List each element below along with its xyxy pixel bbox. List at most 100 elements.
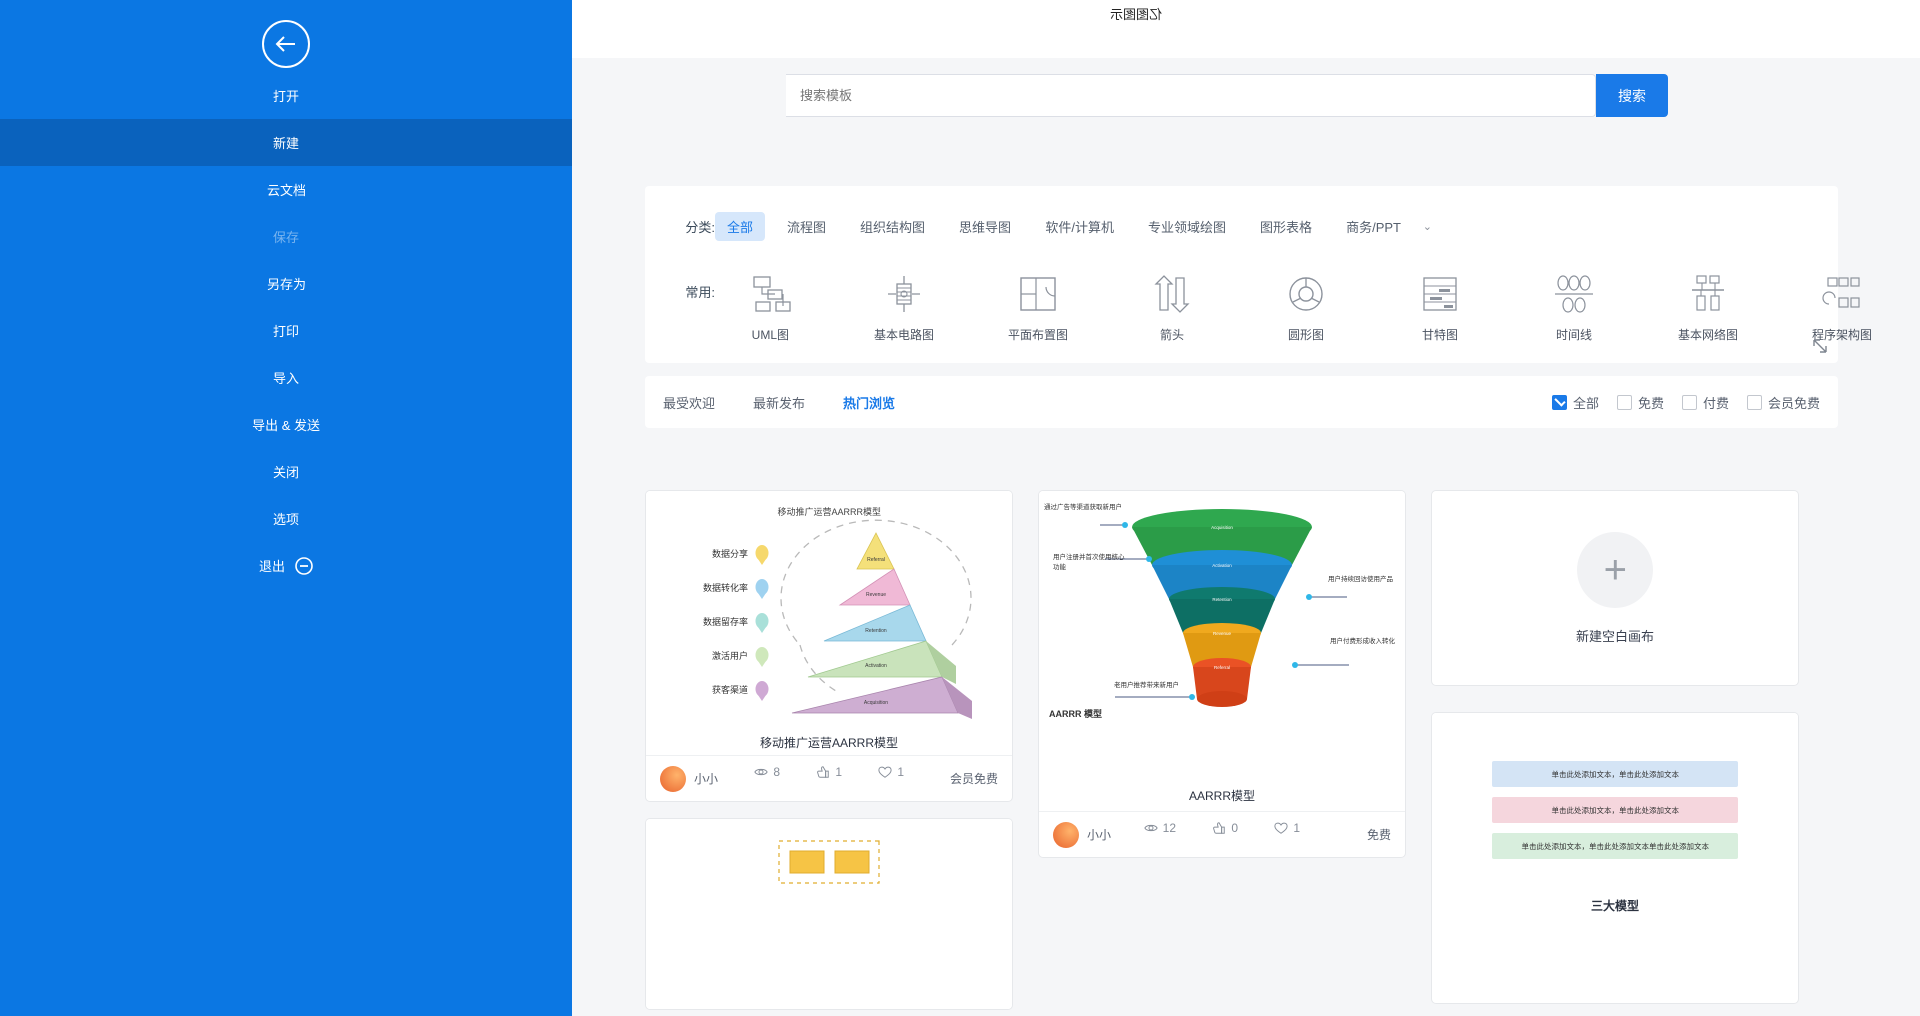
expand-arrows-icon[interactable] [1812, 338, 1828, 357]
template-thumb-title: AARRR 模型 [1049, 709, 1102, 719]
program-architecture-icon [1787, 268, 1897, 320]
template-author-name: 小小 [1087, 828, 1112, 842]
category-tag-orgchart[interactable]: 组织结构图 [848, 212, 937, 241]
circuit-diagram-icon [849, 268, 959, 320]
sidebar-item-save-as[interactable]: 另存为 [0, 260, 572, 307]
sidebar-item-cloud-doc[interactable]: 云文档 [0, 166, 572, 213]
price-filter-label: 免费 [1637, 395, 1664, 411]
new-blank-canvas-label: 新建空白画布 [1576, 628, 1655, 644]
avatar [660, 765, 686, 792]
category-expand-chevron-down-icon[interactable]: ⌄ [1423, 220, 1432, 233]
template-thumbnail[interactable] [646, 819, 1012, 1009]
plus-icon[interactable]: + [1577, 531, 1653, 608]
sort-filter-bar: 热门浏览 最新发布 最受欢迎 全部 免费 付费 会员免费 [645, 376, 1838, 428]
donut-chart-icon [1251, 268, 1361, 320]
template-author-name: 小小 [694, 772, 719, 786]
svg-text:Referral: Referral [867, 557, 885, 563]
template-footer: 小小 免费 [1039, 811, 1405, 857]
common-item-arrow[interactable]: 箭头 [1117, 268, 1227, 344]
exit-icon [295, 556, 313, 575]
common-item-program-architecture[interactable]: 程序架构图 [1787, 268, 1897, 344]
common-item-gantt[interactable]: 甘特图 [1385, 268, 1495, 344]
checkbox-paid-icon[interactable] [1681, 394, 1697, 410]
sidebar-item-new[interactable]: 新建 [0, 119, 572, 166]
common-item-label: 基本电路图 [874, 328, 935, 342]
sort-option-newest[interactable]: 最新发布 [753, 393, 805, 412]
sidebar-item-export-send[interactable]: 导出 & 发送 [0, 401, 572, 448]
common-item-circuit[interactable]: 基本电路图 [849, 268, 959, 344]
network-diagram-icon [1653, 268, 1763, 320]
template-author[interactable]: 小小 [1053, 821, 1112, 848]
template-thumbnail[interactable]: Referral Revenue Retention Activation Ac… [646, 491, 1012, 755]
common-item-donut[interactable]: 圆形图 [1251, 268, 1361, 344]
sort-option-favorite[interactable]: 最受欢迎 [663, 393, 715, 412]
checkbox-member-free-icon[interactable] [1746, 394, 1762, 410]
template-legend-label: 激活用户 [711, 651, 748, 661]
common-item-label: 时间线 [1556, 328, 1593, 342]
template-price-badge: 会员免费 [949, 772, 998, 786]
common-item-network[interactable]: 基本网络图 [1653, 268, 1763, 344]
common-item-label: 圆形图 [1288, 328, 1325, 342]
sidebar-item-import[interactable]: 导入 [0, 354, 572, 401]
price-filter-all[interactable]: 全部 [1551, 393, 1599, 412]
app-title: 亿图图示 [1110, 7, 1163, 22]
template-thumbnail[interactable]: Acquisition Activation Retention Revenue… [1039, 491, 1405, 811]
template-price-badge: 免费 [1366, 828, 1391, 842]
price-filter-label: 全部 [1572, 395, 1599, 411]
price-filter-paid[interactable]: 付费 [1681, 393, 1729, 412]
price-filter-label: 付费 [1702, 395, 1729, 411]
search-field-wrapper[interactable] [786, 74, 1596, 117]
template-callout: 用户持续回访使用产品 [1328, 576, 1393, 583]
title-bar: 亿图图示 [352, 0, 1920, 58]
checkbox-all-icon[interactable] [1551, 394, 1567, 410]
backstage-sidebar: 打开 新建 云文档 保存 另存为 打印 导入 导出 & 发送 关闭 选项 退出 [0, 0, 572, 1016]
sidebar-menu: 打开 新建 云文档 保存 另存为 打印 导入 导出 & 发送 关闭 选项 退出 [0, 72, 572, 589]
template-card-partial[interactable] [645, 818, 1013, 1010]
category-tag-flowchart[interactable]: 流程图 [775, 212, 838, 241]
sidebar-item-print[interactable]: 打印 [0, 307, 572, 354]
price-filter-free[interactable]: 免费 [1616, 393, 1664, 412]
arrow-icon [1117, 268, 1227, 320]
template-callout: 用户注册并首次使用核心功能 [1053, 554, 1125, 571]
template-thumbnail[interactable]: 单击此处添加文本，单击此处添加文本 单击此处添加文本，单击此处添加文本 单击此处… [1432, 713, 1798, 973]
template-card-aarrr-funnel[interactable]: Acquisition Activation Retention Revenue… [1038, 490, 1406, 858]
template-author[interactable]: 小小 [660, 765, 719, 792]
sidebar-item-save: 保存 [273, 230, 300, 245]
common-item-timeline[interactable]: 时间线 [1519, 268, 1629, 344]
svg-text:Acquisition: Acquisition [1211, 525, 1233, 530]
sidebar-item-open[interactable]: 打开 [0, 72, 572, 119]
sidebar-item-close[interactable]: 关闭 [0, 448, 572, 495]
template-card-three-models[interactable]: 单击此处添加文本，单击此处添加文本 单击此处添加文本，单击此处添加文本 单击此处… [1431, 712, 1799, 1004]
category-tag-software[interactable]: 软件/计算机 [1033, 212, 1126, 241]
search-button[interactable]: 搜索 [1596, 74, 1668, 117]
search-row: 搜索 [786, 74, 1668, 117]
template-row: 单击此处添加文本，单击此处添加文本 [1492, 797, 1738, 823]
category-tag-business[interactable]: 商务/PPT [1334, 212, 1413, 241]
checkbox-free-icon[interactable] [1616, 394, 1632, 410]
common-item-label: 基本网络图 [1678, 328, 1739, 342]
category-tag-charts[interactable]: 图形表格 [1248, 212, 1324, 241]
sort-option-popular[interactable]: 热门浏览 [843, 393, 895, 412]
category-tag-professional[interactable]: 专业领域绘图 [1136, 212, 1238, 241]
common-item-label: UML图 [751, 328, 789, 342]
back-button[interactable] [0, 18, 572, 70]
price-filter-label: 会员免费 [1767, 395, 1820, 411]
category-filter-row: 分类: 全部 流程图 组织结构图 思维导图 软件/计算机 专业领域绘图 图形表格… [663, 212, 1446, 241]
template-callout: 用户付费形成收入转化 [1330, 638, 1395, 645]
sidebar-item-exit[interactable]: 退出 [0, 542, 572, 589]
common-item-floorplan[interactable]: 平面布置图 [983, 268, 1093, 344]
category-tag-mindmap[interactable]: 思维导图 [947, 212, 1023, 241]
category-tag-all[interactable]: 全部 [715, 212, 766, 241]
svg-text:Revenue: Revenue [1213, 631, 1232, 636]
price-filter-member-free[interactable]: 会员免费 [1746, 393, 1820, 412]
sidebar-item-options[interactable]: 选项 [0, 495, 572, 542]
timeline-icon [1519, 268, 1629, 320]
template-legend-label: 获客渠道 [711, 685, 748, 695]
common-item-label: 箭头 [1160, 328, 1185, 342]
template-card-aarrr-pyramid[interactable]: Referral Revenue Retention Activation Ac… [645, 490, 1013, 802]
common-filter-label: 常用: [685, 285, 715, 300]
search-input[interactable] [786, 75, 1595, 116]
common-item-uml[interactable]: UML图 [715, 268, 825, 344]
template-gallery: 搜索 分类: 全部 流程图 组织结构图 思维导图 软件/计算机 专业领域绘图 图… [572, 58, 1920, 1016]
new-blank-canvas-card[interactable]: + 新建空白画布 [1431, 490, 1799, 686]
